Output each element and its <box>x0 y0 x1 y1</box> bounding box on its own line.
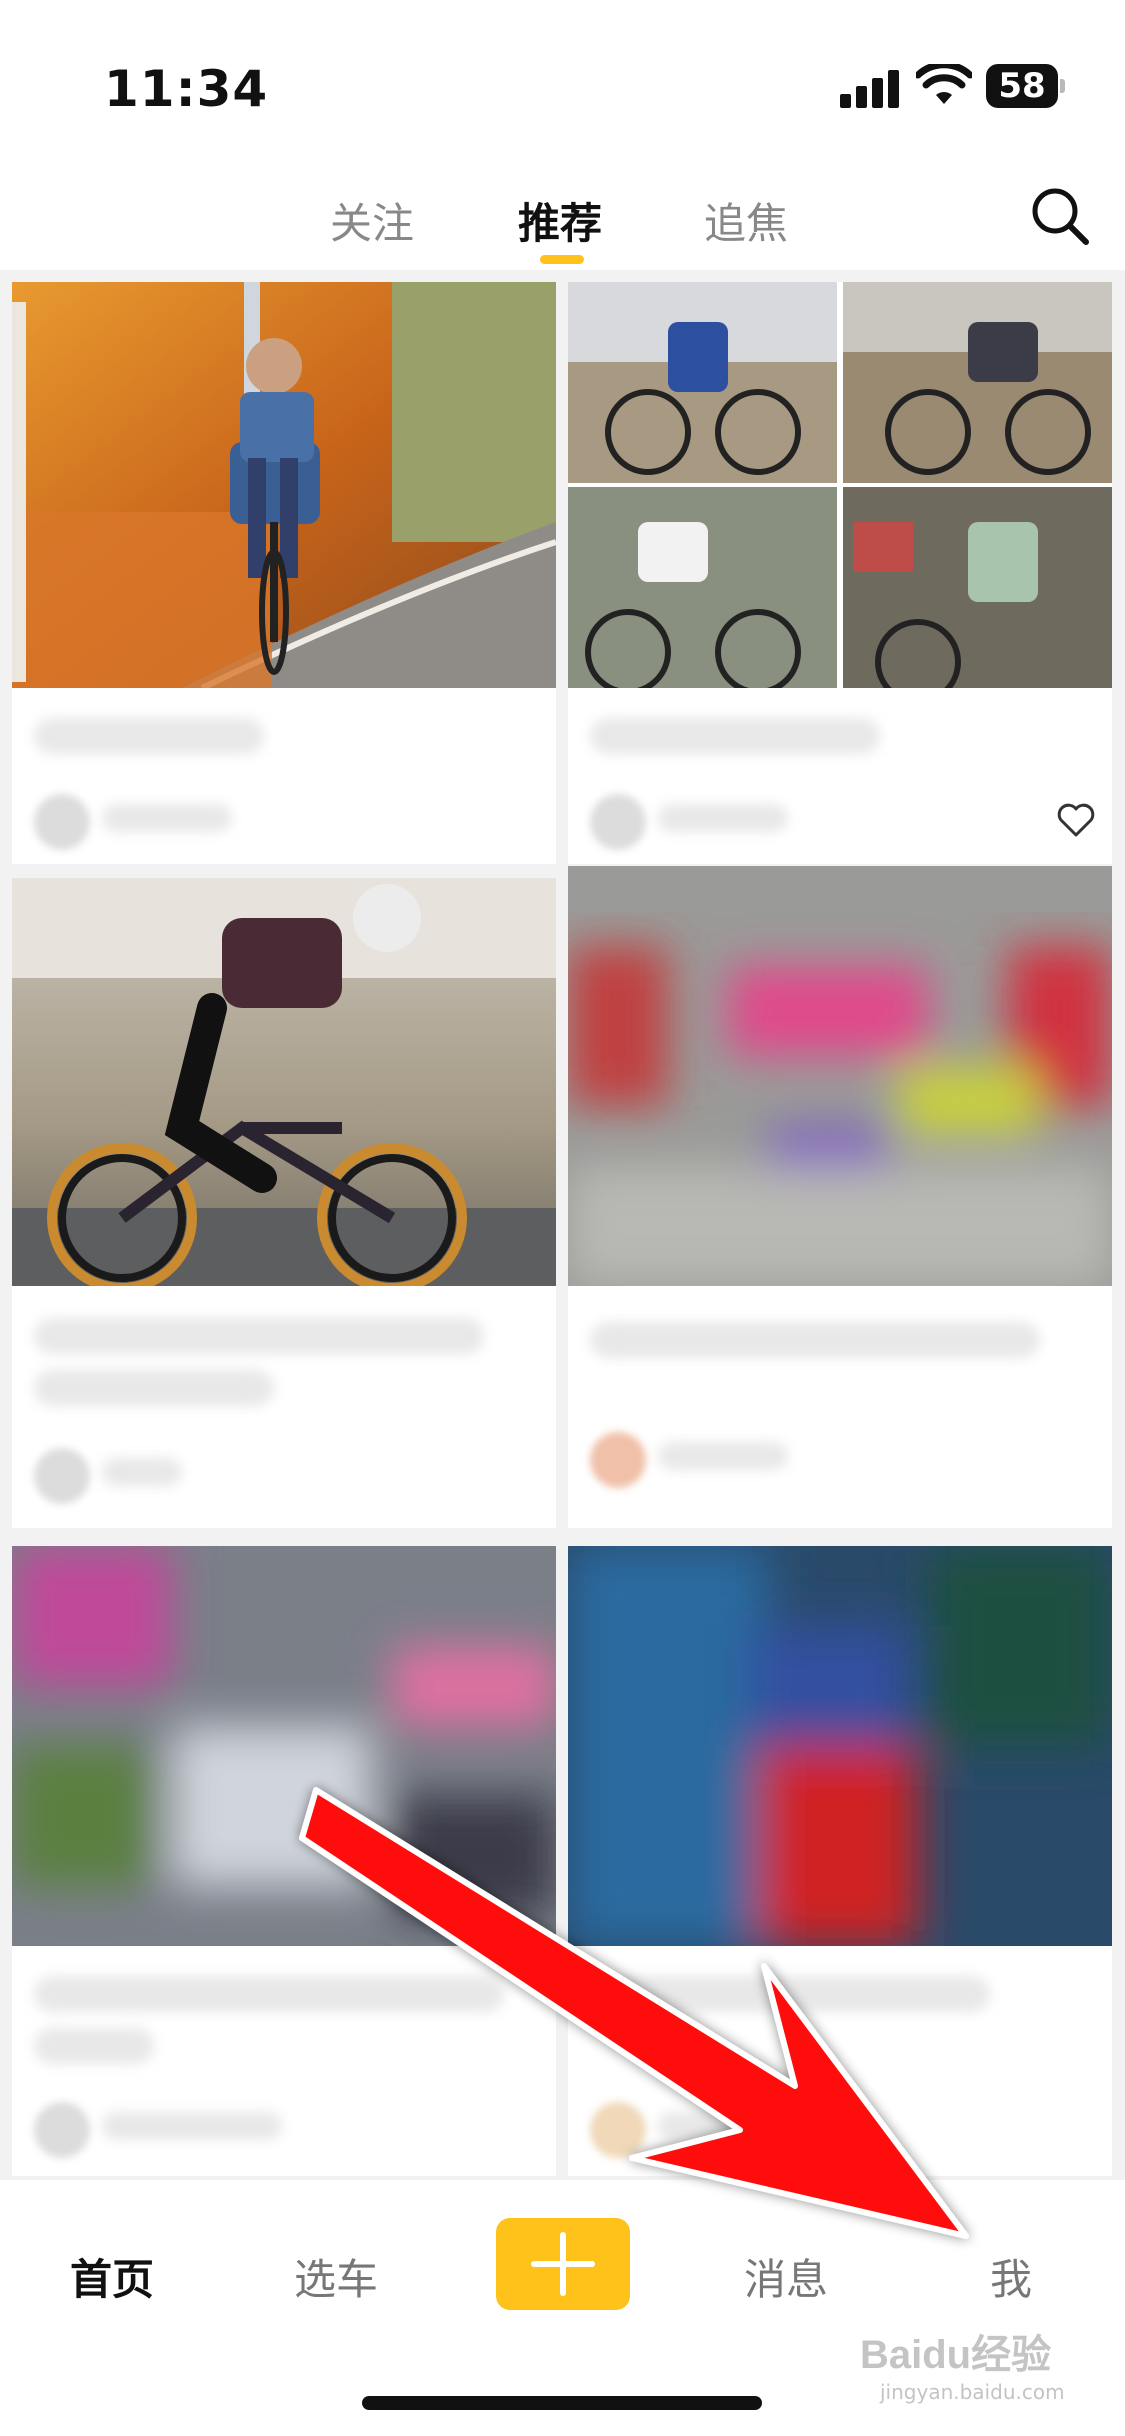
author-name-blurred <box>102 2112 282 2140</box>
card-title-blurred <box>590 718 880 754</box>
card-title-blurred-line2 <box>34 1370 274 1406</box>
feed-card[interactable] <box>568 866 1112 1528</box>
cyclists-collage-photo <box>568 282 1112 688</box>
author-avatar <box>590 2102 646 2158</box>
active-tab-indicator <box>540 255 584 264</box>
nav-choose-bike[interactable]: 选车 <box>294 2246 378 2307</box>
author-avatar <box>34 2102 90 2158</box>
card-title-blurred-line2 <box>34 2028 154 2064</box>
card-title-blurred <box>34 718 264 754</box>
road-cyclist-speed-photo <box>12 878 556 1286</box>
home-indicator <box>362 2396 762 2410</box>
blurred-photo <box>568 1546 1112 1946</box>
author-name-blurred <box>658 1442 788 1470</box>
author-name-blurred <box>102 804 232 832</box>
feed-card[interactable] <box>568 1546 1112 2176</box>
card-title-blurred <box>590 1322 1040 1358</box>
status-time: 11:34 <box>104 60 269 118</box>
nav-home[interactable]: 首页 <box>70 2246 154 2307</box>
feed-card[interactable] <box>12 1546 556 2176</box>
top-tabs: 关注 推荐 追焦 <box>0 170 1125 270</box>
feed-grid <box>0 270 1125 2180</box>
feed-card[interactable] <box>568 282 1112 864</box>
blurred-photo <box>568 866 1112 1286</box>
cyclist-autumn-road-photo <box>12 282 556 688</box>
author-avatar <box>34 1448 90 1504</box>
search-icon[interactable] <box>1028 184 1092 248</box>
author-name-blurred <box>658 2112 788 2140</box>
card-title-blurred <box>590 1976 990 2012</box>
heart-icon[interactable] <box>1056 802 1096 838</box>
card-title-blurred <box>34 1976 504 2012</box>
author-avatar <box>34 794 90 850</box>
baidu-watermark: Baidu经验 <box>860 2333 1052 2377</box>
author-avatar <box>590 794 646 850</box>
tab-follow[interactable]: 关注 <box>330 190 414 251</box>
feed-card[interactable] <box>12 878 556 1528</box>
nav-messages[interactable]: 消息 <box>744 2246 828 2307</box>
author-avatar <box>590 1432 646 1488</box>
battery-icon: 58 <box>986 64 1065 108</box>
battery-level: 58 <box>986 64 1058 108</box>
card-title-blurred <box>34 1318 484 1354</box>
author-name-blurred <box>658 804 788 832</box>
wifi-icon <box>916 64 972 104</box>
status-bar: 11:34 58 <box>0 0 1125 170</box>
signal-icon <box>840 70 900 108</box>
nav-me[interactable]: 我 <box>990 2246 1032 2307</box>
tab-focus[interactable]: 追焦 <box>704 190 788 251</box>
author-name-blurred <box>102 1458 182 1486</box>
feed-card[interactable] <box>12 282 556 864</box>
plus-icon[interactable] <box>496 2218 630 2310</box>
blurred-photo <box>12 1546 556 1946</box>
baidu-watermark-url: jingyan.baidu.com <box>880 2380 1065 2404</box>
tab-recommend[interactable]: 推荐 <box>518 190 602 251</box>
